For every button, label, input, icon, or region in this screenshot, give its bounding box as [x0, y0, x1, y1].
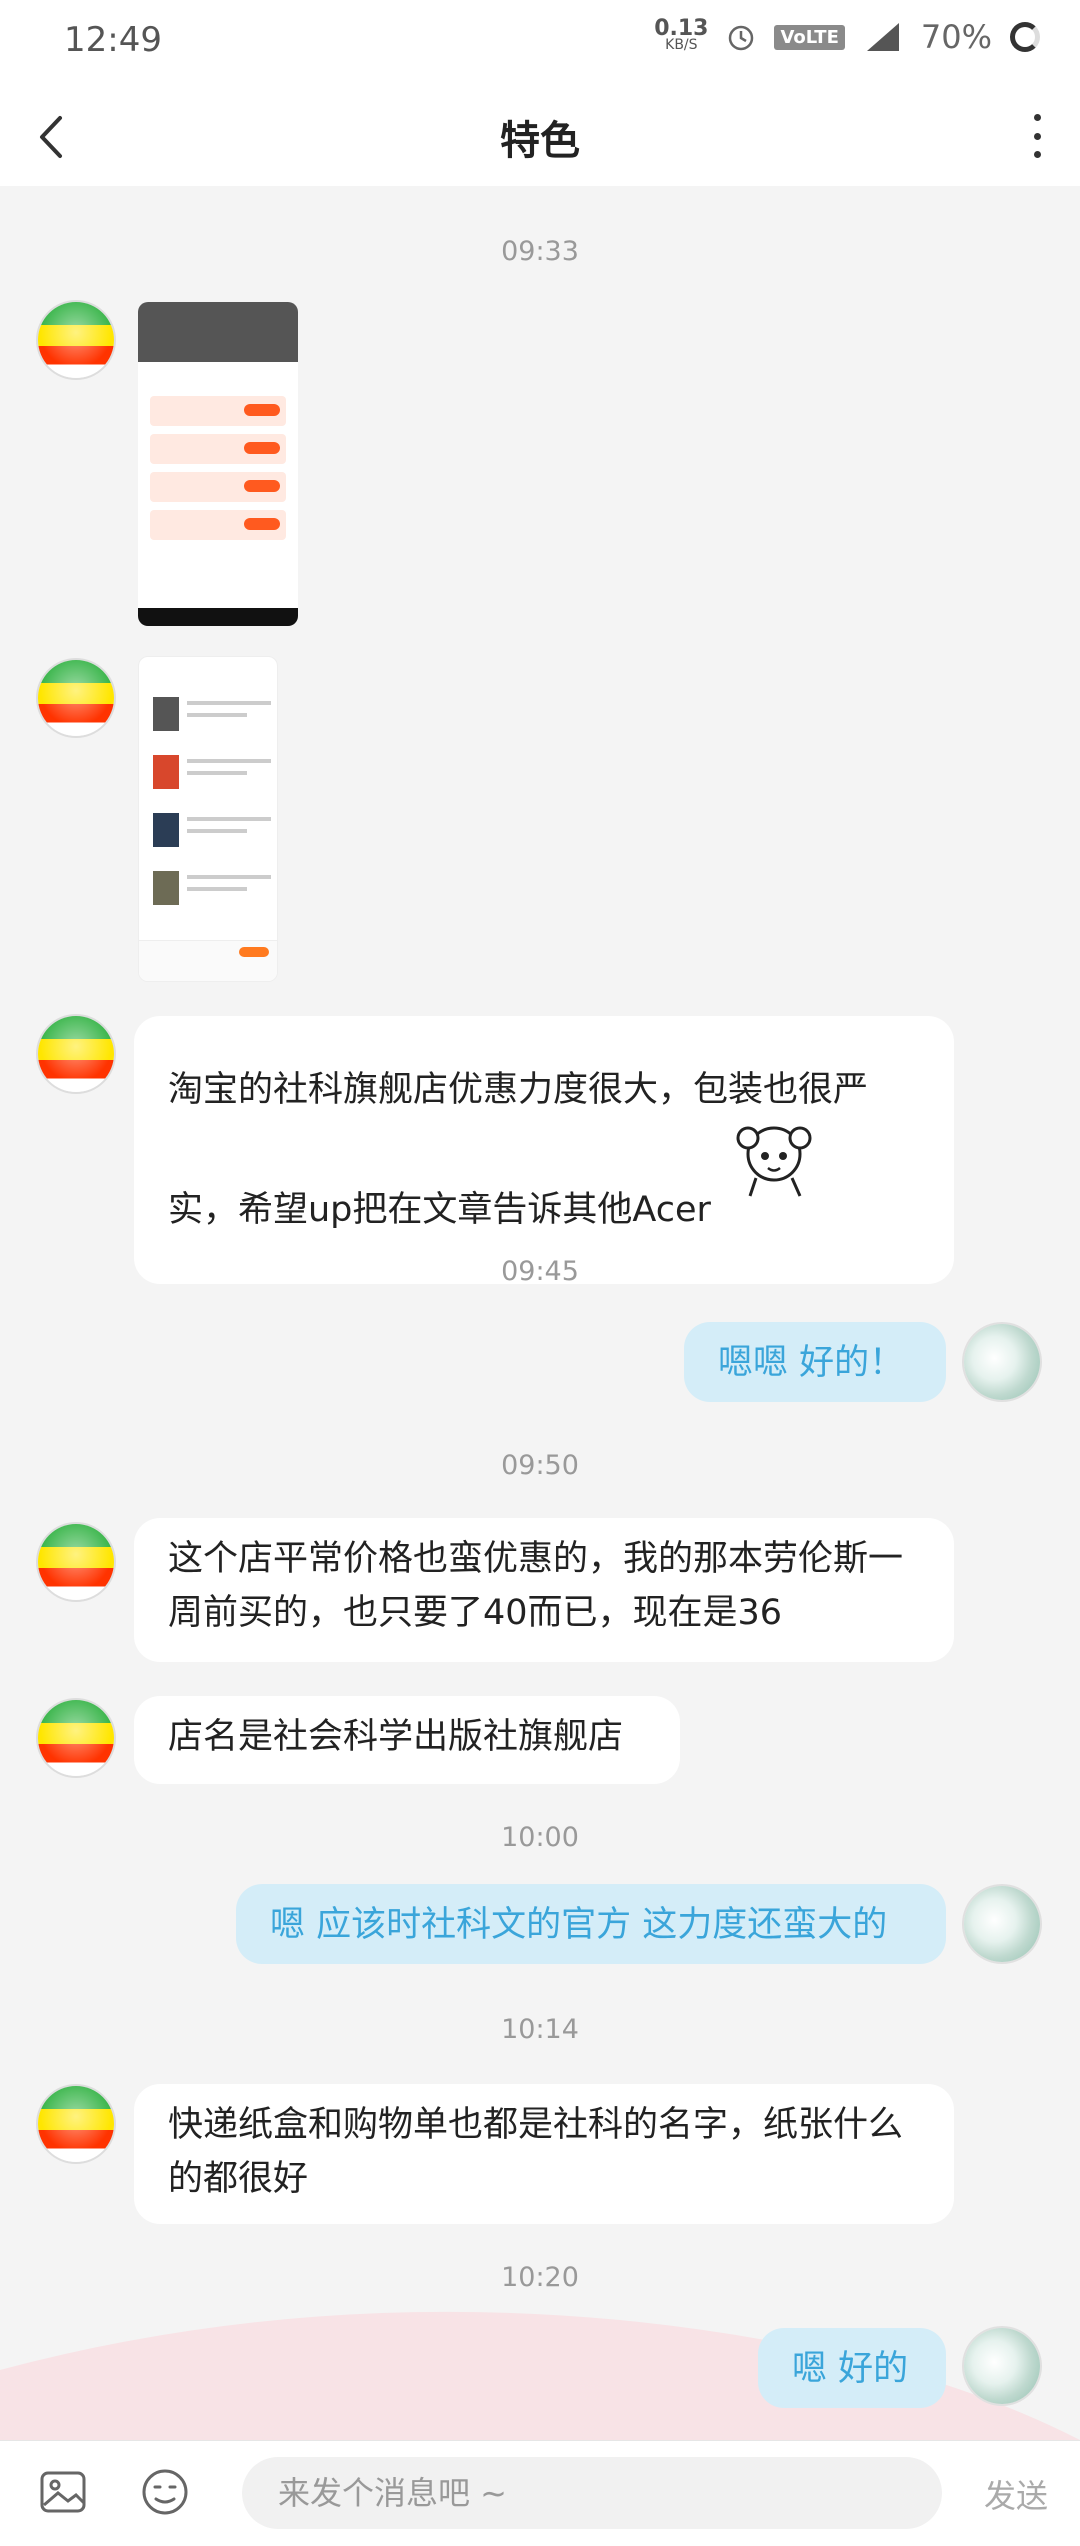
net-speed-unit: KB/S — [665, 37, 698, 53]
message-bubble: 嗯 应该时社科文的官方 这力度还蛮大的 — [236, 1884, 946, 1964]
net-speed: 0.13 KB/S — [654, 16, 709, 54]
message-text: 快递纸盒和购物单也都是社科的名字，纸张什么的都很好 — [168, 2105, 904, 2199]
title-bar: 特色 — [0, 86, 1080, 186]
message-bubble: 嗯 好的 — [758, 2328, 946, 2408]
avatar[interactable] — [38, 1016, 114, 1092]
timestamp: 09:33 — [501, 236, 579, 267]
image-message[interactable] — [138, 656, 278, 982]
signal-icon — [866, 23, 899, 51]
timestamp: 10:00 — [501, 1822, 579, 1853]
sticker — [736, 1126, 812, 1197]
send-button[interactable]: 发送 — [984, 2471, 1048, 2517]
status-time: 12:49 — [64, 20, 162, 60]
net-speed-value: 0.13 — [654, 16, 709, 41]
avatar[interactable] — [964, 1886, 1040, 1962]
avatar[interactable] — [38, 302, 114, 378]
message-text: 店名是社会科学出版社旗舰店 — [168, 1717, 624, 1757]
message-text: 嗯嗯 好的！ — [718, 1343, 905, 1383]
avatar[interactable] — [38, 2086, 114, 2162]
battery-icon — [1010, 22, 1040, 52]
image-message[interactable] — [138, 302, 298, 626]
message-bubble: 店名是社会科学出版社旗舰店 — [134, 1696, 680, 1784]
chat-title: 特色 — [500, 118, 580, 164]
timestamp: 10:20 — [501, 2262, 579, 2293]
status-icons: 0.13 KB/S VoLTE 70% — [654, 18, 1040, 56]
avatar[interactable] — [964, 2328, 1040, 2404]
timestamp: 09:50 — [501, 1450, 579, 1481]
avatar[interactable] — [38, 660, 114, 736]
message-bubble: 快递纸盒和购物单也都是社科的名字，纸张什么的都很好 — [134, 2084, 954, 2224]
message-input[interactable]: 来发个消息吧 ~ — [242, 2457, 942, 2529]
message-composer: 来发个消息吧 ~ 发送 — [0, 2440, 1080, 2546]
avatar[interactable] — [964, 1324, 1040, 1400]
volte-badge: VoLTE — [774, 24, 845, 50]
battery-percent: 70% — [920, 18, 992, 56]
message-bubble: 嗯嗯 好的！ — [684, 1322, 946, 1402]
message-bubble: 淘宝的社科旗舰店优惠力度很大，包装也很严实，希望up把在文章告诉其他Acer — [134, 1016, 954, 1284]
avatar[interactable] — [38, 1524, 114, 1600]
more-vertical-icon[interactable] — [1014, 108, 1060, 164]
message-text: 嗯 好的 — [792, 2349, 909, 2389]
message-text: 这个店平常价格也蛮优惠的，我的那本劳伦斯一周前买的，也只要了40而已，现在是36 — [168, 1539, 904, 1633]
timestamp: 10:14 — [501, 2014, 579, 2045]
timestamp: 09:45 — [501, 1256, 579, 1287]
emoji-icon[interactable] — [140, 2467, 190, 2517]
status-bar: 12:49 0.13 KB/S VoLTE 70% — [0, 0, 1080, 86]
avatar[interactable] — [38, 1700, 114, 1776]
message-bubble: 这个店平常价格也蛮优惠的，我的那本劳伦斯一周前买的，也只要了40而已，现在是36 — [134, 1518, 954, 1662]
alarm-icon — [729, 25, 754, 51]
image-icon[interactable] — [38, 2467, 88, 2517]
message-text: 嗯 应该时社科文的官方 这力度还蛮大的 — [270, 1905, 888, 1945]
